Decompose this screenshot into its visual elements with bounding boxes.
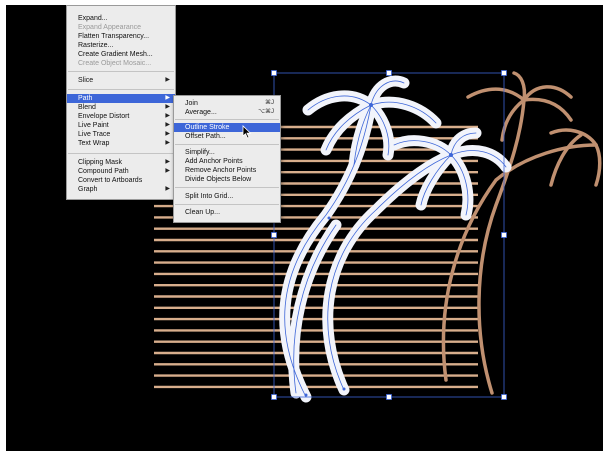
menu-item-live-trace[interactable]: Live Trace ▶ bbox=[67, 130, 175, 139]
menu-item-label: Path bbox=[78, 95, 93, 102]
menu-item-label: Average... bbox=[185, 109, 217, 116]
menu-item-label: Flatten Transparency... bbox=[78, 33, 150, 40]
menu-item-label: Outline Stroke bbox=[185, 124, 230, 131]
menu-item-convert-to-artboards[interactable]: Convert to Artboards bbox=[67, 176, 175, 185]
shortcut-label: ⌘J bbox=[265, 100, 274, 106]
resize-handle[interactable] bbox=[501, 232, 507, 238]
submenu-arrow-icon: ▶ bbox=[165, 140, 170, 146]
menu-item-label: Divide Objects Below bbox=[185, 176, 252, 183]
brown-palm-tree[interactable] bbox=[441, 71, 602, 395]
menu-item-label: Offset Path... bbox=[185, 133, 226, 140]
menu-item-graph[interactable]: Graph ▶ bbox=[67, 185, 175, 194]
resize-handle[interactable] bbox=[386, 70, 392, 76]
menu-item-label: Expand... bbox=[78, 15, 108, 22]
submenu-arrow-icon: ▶ bbox=[165, 104, 170, 110]
menu-item-envelope-distort[interactable]: Envelope Distort ▶ bbox=[67, 112, 175, 121]
menu-item-label: Clean Up... bbox=[185, 209, 221, 216]
path-submenu: Join ⌘J Average... ⌥⌘J Outline Stroke Offs… bbox=[173, 95, 281, 223]
resize-handle[interactable] bbox=[386, 394, 392, 400]
submenu-item-simplify[interactable]: Simplify... bbox=[174, 148, 280, 157]
submenu-arrow-icon: ▶ bbox=[165, 122, 170, 128]
submenu-arrow-icon: ▶ bbox=[165, 77, 170, 83]
object-menu: Expand... Expand Appearance Flatten Tran… bbox=[66, 5, 176, 200]
menu-item-label: Live Paint bbox=[78, 122, 109, 129]
menu-item-label: Expand Appearance bbox=[78, 24, 142, 31]
menu-separator bbox=[68, 71, 174, 72]
menu-item-label: Convert to Artboards bbox=[78, 177, 143, 184]
submenu-item-offset-path[interactable]: Offset Path... bbox=[174, 132, 280, 141]
submenu-arrow-icon: ▶ bbox=[165, 159, 170, 165]
submenu-item-outline-stroke[interactable]: Outline Stroke bbox=[174, 123, 280, 132]
menu-item-create-object-mosaic: Create Object Mosaic... bbox=[67, 59, 175, 68]
menu-item-label: Slice bbox=[78, 77, 94, 84]
menu-item-slice[interactable]: Slice ▶ bbox=[67, 76, 175, 85]
resize-handle[interactable] bbox=[501, 394, 507, 400]
menu-item-label: Compound Path bbox=[78, 168, 129, 175]
menu-item-expand-appearance: Expand Appearance bbox=[67, 23, 175, 32]
submenu-item-average[interactable]: Average... ⌥⌘J bbox=[174, 108, 280, 117]
menu-item-label: Add Anchor Points bbox=[185, 158, 243, 165]
menu-item-compound-path[interactable]: Compound Path ▶ bbox=[67, 167, 175, 176]
menu-item-label: Rasterize... bbox=[78, 42, 114, 49]
menu-item-blend[interactable]: Blend ▶ bbox=[67, 103, 175, 112]
menu-separator bbox=[175, 119, 279, 120]
menu-item-label: Graph bbox=[78, 186, 98, 193]
menu-separator bbox=[68, 89, 174, 90]
menu-item-label: Blend bbox=[78, 104, 96, 111]
menu-item-label: Create Gradient Mesh... bbox=[78, 51, 153, 58]
menu-item-label: Simplify... bbox=[185, 149, 215, 156]
submenu-item-add-anchor-points[interactable]: Add Anchor Points bbox=[174, 157, 280, 166]
submenu-item-remove-anchor-points[interactable]: Remove Anchor Points bbox=[174, 166, 280, 175]
resize-handle[interactable] bbox=[271, 394, 277, 400]
menu-item-label: Create Object Mosaic... bbox=[78, 60, 152, 67]
submenu-arrow-icon: ▶ bbox=[165, 168, 170, 174]
mouse-pointer-icon bbox=[242, 125, 252, 139]
submenu-arrow-icon: ▶ bbox=[165, 113, 170, 119]
menu-item-live-paint[interactable]: Live Paint ▶ bbox=[67, 121, 175, 130]
submenu-item-join[interactable]: Join ⌘J bbox=[174, 99, 280, 108]
submenu-item-divide-objects-below[interactable]: Divide Objects Below bbox=[174, 175, 280, 184]
menu-item-label: Split Into Grid... bbox=[185, 193, 234, 200]
resize-handle[interactable] bbox=[501, 70, 507, 76]
menu-item-label: Live Trace bbox=[78, 131, 111, 138]
artboard-canvas[interactable]: Expand... Expand Appearance Flatten Tran… bbox=[6, 5, 603, 451]
menu-item-label: Envelope Distort bbox=[78, 113, 130, 120]
menu-separator bbox=[175, 204, 279, 205]
menu-item-label: Join bbox=[185, 100, 198, 107]
menu-item-path[interactable]: Path ▶ bbox=[67, 94, 175, 103]
menu-separator bbox=[68, 153, 174, 154]
resize-handle[interactable] bbox=[271, 232, 277, 238]
submenu-arrow-icon: ▶ bbox=[165, 186, 170, 192]
menu-item-label: Text Wrap bbox=[78, 140, 110, 147]
submenu-item-split-into-grid[interactable]: Split Into Grid... bbox=[174, 192, 280, 201]
menu-item-expand[interactable]: Expand... bbox=[67, 14, 175, 23]
menu-item-label: Remove Anchor Points bbox=[185, 167, 257, 174]
menu-item-clipping-mask[interactable]: Clipping Mask ▶ bbox=[67, 158, 175, 167]
menu-item-flatten-transparency[interactable]: Flatten Transparency... bbox=[67, 32, 175, 41]
menu-item-rasterize[interactable]: Rasterize... bbox=[67, 41, 175, 50]
menu-item-label: Clipping Mask bbox=[78, 159, 122, 166]
menu-separator bbox=[175, 187, 279, 188]
resize-handle[interactable] bbox=[271, 70, 277, 76]
menu-item-create-gradient-mesh[interactable]: Create Gradient Mesh... bbox=[67, 50, 175, 59]
menu-separator bbox=[175, 144, 279, 145]
shortcut-label: ⌥⌘J bbox=[258, 109, 274, 115]
submenu-item-clean-up[interactable]: Clean Up... bbox=[174, 208, 280, 217]
submenu-arrow-icon: ▶ bbox=[165, 131, 170, 137]
menu-item-text-wrap[interactable]: Text Wrap ▶ bbox=[67, 139, 175, 148]
submenu-arrow-icon: ▶ bbox=[165, 95, 170, 101]
